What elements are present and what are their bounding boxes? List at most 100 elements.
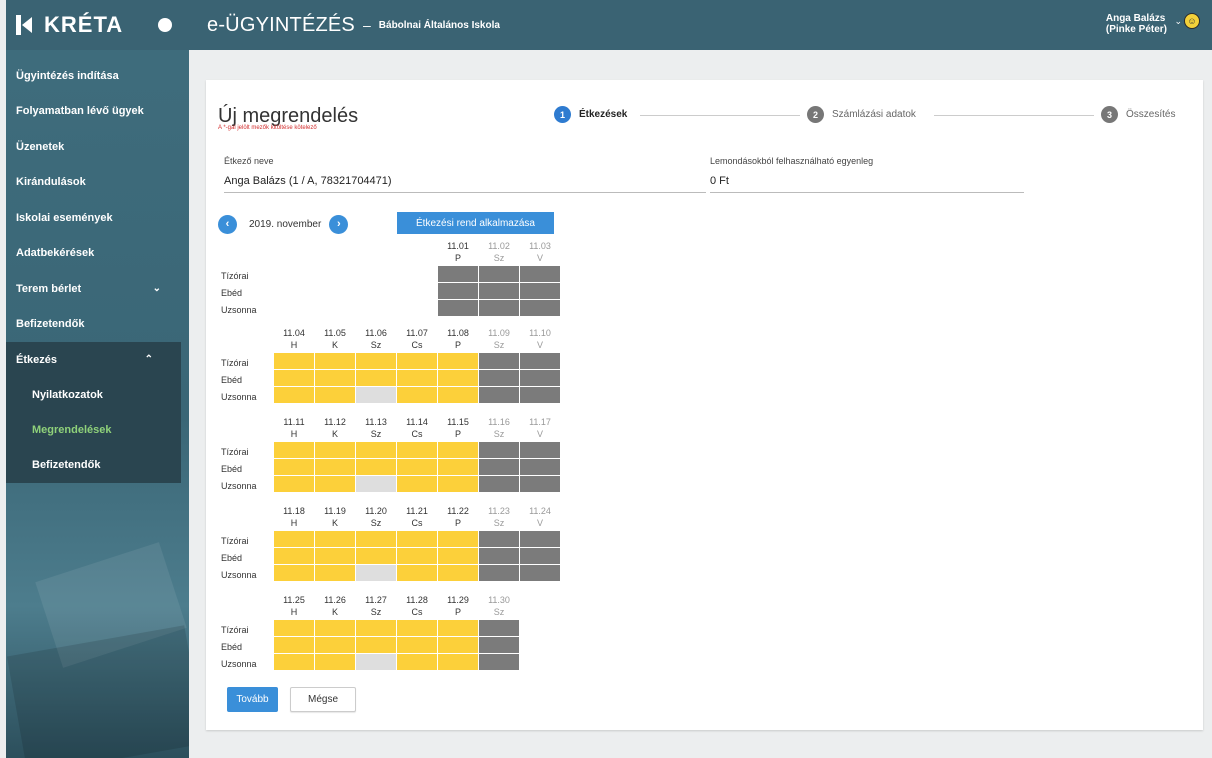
meal-cell[interactable]	[397, 548, 437, 564]
meal-cell[interactable]	[438, 637, 478, 653]
meal-cell	[479, 266, 519, 282]
meal-cell[interactable]	[356, 531, 396, 547]
meal-cell[interactable]	[315, 353, 355, 369]
meal-cell[interactable]	[397, 387, 437, 403]
meal-cell[interactable]	[438, 442, 478, 458]
meal-cell[interactable]	[356, 476, 396, 492]
meal-cell[interactable]	[356, 637, 396, 653]
meal-cell[interactable]	[438, 459, 478, 475]
meal-cell[interactable]	[274, 476, 314, 492]
sidebar-item-uzenetek[interactable]: Üzenetek	[6, 129, 189, 165]
day-date: 11.10	[529, 328, 551, 338]
meal-cell[interactable]	[315, 620, 355, 636]
sidebar-subitem-befizetendok[interactable]: Befizetendők	[6, 448, 181, 483]
meal-cell[interactable]	[356, 442, 396, 458]
meal-cell[interactable]	[315, 442, 355, 458]
meal-cell[interactable]	[315, 476, 355, 492]
sidebar-subitem-megrendelesek[interactable]: Megrendelések	[6, 413, 181, 448]
meal-cell[interactable]	[274, 459, 314, 475]
apply-meal-plan-button[interactable]: Étkezési rend alkalmazása	[397, 212, 554, 234]
meal-cell[interactable]	[397, 476, 437, 492]
meal-cell[interactable]	[438, 370, 478, 386]
day-date: 11.25	[283, 595, 305, 605]
sidebar-item-folyamatban[interactable]: Folyamatban lévő ügyek	[6, 94, 189, 130]
meal-cell[interactable]	[274, 637, 314, 653]
sidebar-subitem-nyilatkozatok[interactable]: Nyilatkozatok	[6, 378, 181, 413]
prev-month-button[interactable]: ‹	[218, 214, 237, 234]
day-header: 11.06 Sz	[356, 327, 396, 351]
meal-cell[interactable]	[397, 565, 437, 581]
sidebar-item-kirandulasok[interactable]: Kirándulások	[6, 165, 189, 201]
meal-cell[interactable]	[397, 353, 437, 369]
sidebar-item-terem-berlet[interactable]: Terem bérlet ⌄	[6, 271, 189, 307]
meal-cell[interactable]	[438, 565, 478, 581]
sidebar-item-etkezes[interactable]: Étkezés ⌃	[6, 342, 181, 378]
kreta-logo[interactable]: KRÉTA	[16, 12, 123, 38]
sidebar-item-ugyintezes-inditasa[interactable]: Ügyintézés indítása	[6, 58, 189, 94]
meal-cell[interactable]	[438, 620, 478, 636]
meal-cell[interactable]	[274, 565, 314, 581]
meal-cell[interactable]	[315, 548, 355, 564]
meal-cell[interactable]	[274, 654, 314, 670]
meal-cell[interactable]	[438, 531, 478, 547]
sidebar-item-label: Adatbekérések	[16, 247, 95, 260]
user-menu[interactable]: Anga Balázs (Pinke Péter)	[1106, 13, 1167, 35]
meal-cell[interactable]	[356, 548, 396, 564]
meal-cell[interactable]	[315, 459, 355, 475]
meal-cell[interactable]	[438, 476, 478, 492]
avatar[interactable]: ☺	[1184, 13, 1200, 29]
meal-cell[interactable]	[356, 387, 396, 403]
meal-cell	[438, 283, 478, 299]
meal-cell[interactable]	[274, 548, 314, 564]
meal-cell[interactable]	[397, 637, 437, 653]
meal-cell[interactable]	[315, 565, 355, 581]
sidebar-item-adatbekeresek[interactable]: Adatbekérések	[6, 236, 189, 272]
meal-cell[interactable]	[315, 387, 355, 403]
meal-cell[interactable]	[356, 565, 396, 581]
meal-cell[interactable]	[356, 353, 396, 369]
cancel-button[interactable]: Mégse	[290, 687, 356, 712]
diner-name-field[interactable]: Anga Balázs (1 / A, 78321704471)	[224, 175, 706, 193]
sidebar-toggle-dot-icon[interactable]	[158, 18, 172, 32]
meal-cell[interactable]	[356, 654, 396, 670]
meal-cell[interactable]	[274, 370, 314, 386]
next-button[interactable]: Tovább	[227, 687, 278, 712]
sidebar-item-iskolai-esemenyek[interactable]: Iskolai események	[6, 200, 189, 236]
meal-cell[interactable]	[397, 459, 437, 475]
day-header: 11.05 K	[315, 327, 355, 351]
meal-row-label: Uzsonna	[221, 659, 257, 669]
meal-cell[interactable]	[274, 442, 314, 458]
order-card: Új megrendelés A *-gal jelölt mezők kitö…	[206, 80, 1203, 730]
meal-cell[interactable]	[397, 531, 437, 547]
meal-cell[interactable]	[438, 387, 478, 403]
day-of-week: Cs	[411, 340, 423, 350]
meal-cell[interactable]	[274, 353, 314, 369]
meal-cell[interactable]	[274, 387, 314, 403]
meal-cell[interactable]	[438, 654, 478, 670]
meal-cell[interactable]	[397, 654, 437, 670]
meal-cell[interactable]	[397, 620, 437, 636]
meal-cell[interactable]	[274, 531, 314, 547]
meal-cell[interactable]	[397, 442, 437, 458]
step-szamlazasi-adatok[interactable]: 2 Számlázási adatok	[807, 106, 916, 123]
meal-cell[interactable]	[438, 548, 478, 564]
chevron-down-icon[interactable]: ⌄	[1174, 16, 1182, 27]
day-date: 11.02	[488, 241, 510, 251]
day-of-week: Cs	[411, 518, 423, 528]
meal-cell[interactable]	[356, 459, 396, 475]
meal-cell[interactable]	[315, 637, 355, 653]
next-month-button[interactable]: ›	[329, 214, 349, 234]
meal-cell[interactable]	[315, 370, 355, 386]
user-name: Anga Balázs	[1105, 13, 1166, 24]
step-osszesites[interactable]: 3 Összesítés	[1101, 106, 1175, 123]
meal-cell[interactable]	[356, 620, 396, 636]
meal-cell[interactable]	[356, 370, 396, 386]
step-etkezesek[interactable]: 1 Étkezések	[554, 106, 627, 123]
meal-cell[interactable]	[315, 531, 355, 547]
meal-cell[interactable]	[274, 620, 314, 636]
sidebar-item-befizetendok[interactable]: Befizetendők	[6, 307, 189, 343]
meal-cell[interactable]	[397, 370, 437, 386]
day-date: 11.05	[324, 328, 346, 338]
meal-cell[interactable]	[438, 353, 478, 369]
meal-cell[interactable]	[315, 654, 355, 670]
